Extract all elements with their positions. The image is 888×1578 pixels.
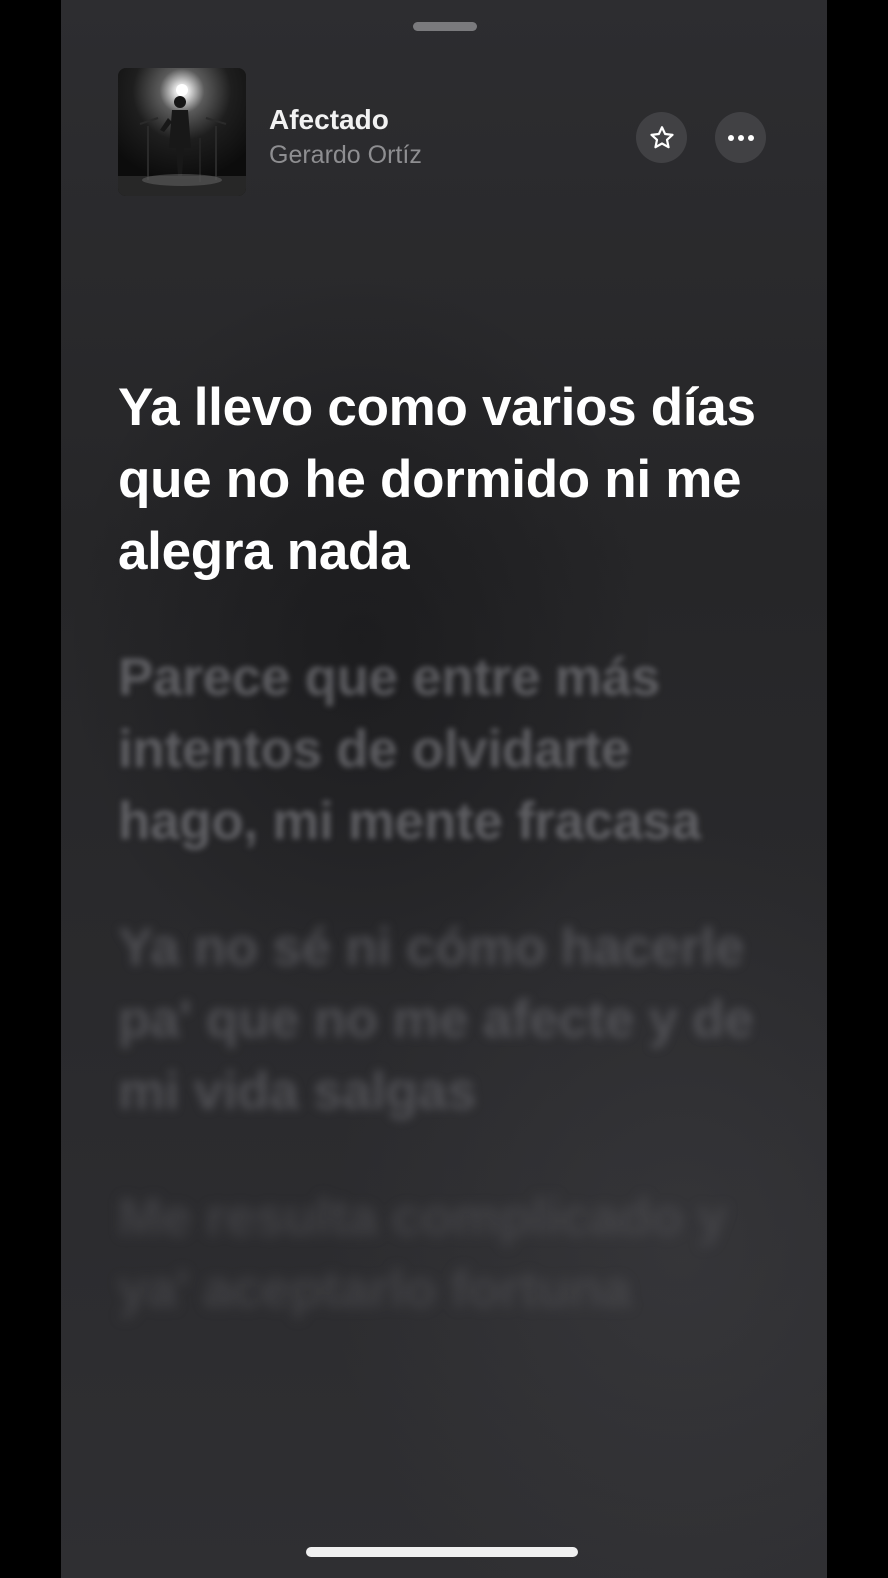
home-indicator[interactable]: [306, 1547, 578, 1557]
concert-photo-artwork: [118, 68, 246, 196]
ellipsis-icon: [727, 134, 754, 141]
device-frame: Afectado Gerardo Ortíz Ya llevo como var…: [0, 0, 888, 1578]
lyric-line[interactable]: Parece que entre más intentos de olvidar…: [118, 642, 758, 858]
lyric-line[interactable]: Me resulta complicado y ya' aceptarlo fo…: [118, 1182, 758, 1326]
lyrics-list[interactable]: Ya llevo como varios días que no he dorm…: [118, 372, 758, 1380]
more-options-button[interactable]: [715, 112, 766, 163]
lyrics-sheet: Afectado Gerardo Ortíz Ya llevo como var…: [61, 0, 827, 1578]
song-title: Afectado: [269, 104, 389, 135]
album-artwork[interactable]: [118, 68, 246, 196]
sheet-grabber-handle[interactable]: [413, 22, 477, 31]
lyric-line-active[interactable]: Ya llevo como varios días que no he dorm…: [118, 372, 758, 588]
song-artist[interactable]: Gerardo Ortíz: [269, 141, 422, 170]
lyric-line[interactable]: Ya no sé ni cómo hacerle pa' que no me a…: [118, 912, 758, 1128]
star-icon: [649, 125, 674, 148]
favorite-button[interactable]: [636, 112, 687, 163]
